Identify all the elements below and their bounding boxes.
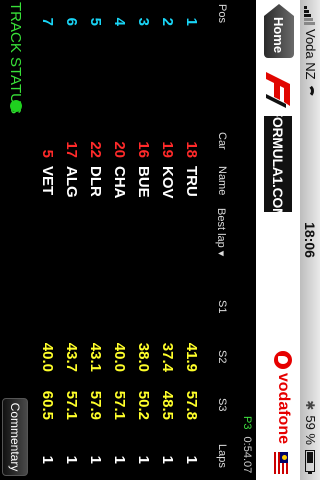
row-s2: 37.4	[159, 342, 176, 372]
row-laps: 1	[63, 455, 80, 464]
app-landscape-view: Voda NZ 18:06 ✱ 59 % Home FORMULA1.COM v…	[0, 0, 320, 480]
row-name: KOV	[159, 166, 176, 199]
row-s3: 50.2	[135, 390, 152, 420]
row-s2: 40.0	[39, 342, 56, 372]
row-laps: 1	[135, 455, 152, 464]
row-pos: 6	[63, 17, 80, 26]
col-s2[interactable]: S2	[216, 350, 228, 363]
session-info-row: P3 0:54.07	[236, 0, 256, 480]
bluetooth-icon: ✱	[303, 400, 318, 411]
table-row[interactable]: 1 18 TRU 41.9 57.8 1	[180, 0, 204, 480]
vodafone-mark-icon	[274, 350, 292, 369]
row-pos: 1	[183, 17, 200, 26]
track-status-label: TRACK STATUS	[7, 2, 24, 114]
app-header: Home FORMULA1.COM vodafone	[256, 0, 300, 480]
session-info: P3 0:54.07	[241, 416, 253, 473]
status-bar: Voda NZ 18:06 ✱ 59 %	[300, 0, 320, 480]
row-s3: 57.8	[183, 390, 200, 420]
row-pos: 2	[159, 17, 176, 26]
battery-icon	[305, 450, 316, 472]
row-s3: 57.1	[111, 390, 128, 420]
col-name[interactable]: Name	[216, 166, 228, 195]
battery-percent: 59 %	[303, 415, 318, 445]
col-car[interactable]: Car	[216, 132, 228, 150]
row-s3: 48.5	[159, 390, 176, 420]
row-s3: 60.5	[39, 390, 56, 420]
row-name: TRU	[183, 166, 200, 197]
commentary-button[interactable]: Commentary	[2, 398, 28, 476]
row-pos: 5	[87, 17, 104, 26]
row-laps: 1	[183, 455, 200, 464]
row-s2: 41.9	[183, 342, 200, 372]
row-pos: 7	[39, 17, 56, 26]
home-button[interactable]: Home	[264, 4, 294, 58]
table-row[interactable]: 2 19 KOV 37.4 48.5 1	[156, 0, 180, 480]
table-row[interactable]: 7 5 VET 40.0 60.5 1	[36, 0, 60, 480]
row-laps: 1	[39, 455, 56, 464]
table-row[interactable]: 5 22 DLR 43.1 57.9 1	[84, 0, 108, 480]
bottom-bar: TRACK STATUS Commentary	[0, 0, 32, 480]
row-pos: 4	[111, 17, 128, 26]
malaysia-flag-icon	[274, 452, 288, 474]
track-status-indicator-icon	[10, 100, 22, 112]
row-name: CHA	[111, 166, 128, 199]
row-car: 17	[63, 141, 80, 158]
row-laps: 1	[159, 455, 176, 464]
row-car: 22	[87, 141, 104, 158]
row-name: ALG	[63, 166, 80, 198]
f1-logo-icon	[266, 72, 290, 108]
table-row[interactable]: 4 20 CHA 40.0 57.1 1	[108, 0, 132, 480]
row-s2: 38.0	[135, 342, 152, 372]
row-car: 16	[135, 141, 152, 158]
row-car: 18	[183, 141, 200, 158]
col-best-lap[interactable]: Best lap ▾	[215, 208, 228, 256]
col-laps[interactable]: Laps	[216, 444, 228, 468]
row-pos: 3	[135, 17, 152, 26]
vodafone-logo: vodafone	[274, 350, 292, 444]
row-name: VET	[39, 166, 56, 196]
sponsor-name: vodafone	[275, 372, 292, 444]
row-laps: 1	[111, 455, 128, 464]
row-s3: 57.9	[87, 390, 104, 420]
row-s2: 40.0	[111, 342, 128, 372]
table-header: Pos Car Name Best lap ▾ S1 S2 S3 Laps	[208, 0, 236, 480]
row-name: DLR	[87, 166, 104, 197]
row-name: BUE	[135, 166, 152, 198]
row-car: 20	[111, 141, 128, 158]
row-car: 5	[39, 149, 56, 158]
row-s3: 57.1	[63, 390, 80, 420]
session-elapsed: 0:54.07	[241, 436, 253, 474]
col-pos[interactable]: Pos	[216, 4, 228, 23]
table-row[interactable]: 6 17 ALG 43.7 57.1 1	[60, 0, 84, 480]
col-s1[interactable]: S1	[216, 300, 228, 313]
col-s3[interactable]: S3	[216, 398, 228, 411]
row-car: 19	[159, 141, 176, 158]
formula1-logo: FORMULA1.COM	[264, 109, 292, 219]
table-row[interactable]: 3 16 BUE 38.0 50.2 1	[132, 0, 156, 480]
session-position: P3	[241, 416, 253, 430]
row-s2: 43.1	[87, 342, 104, 372]
row-s2: 43.7	[63, 342, 80, 372]
status-right: ✱ 59 %	[303, 400, 318, 472]
row-laps: 1	[87, 455, 104, 464]
